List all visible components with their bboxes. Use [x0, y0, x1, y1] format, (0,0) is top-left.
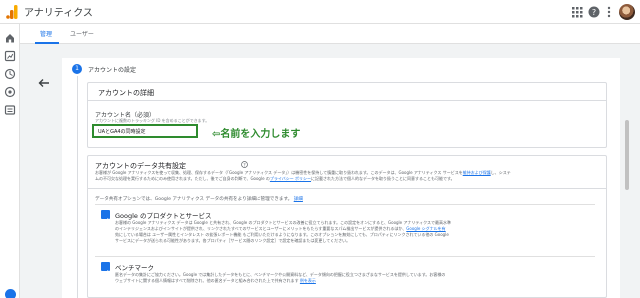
- analytics-logo-icon[interactable]: [6, 5, 18, 19]
- active-tab-indicator: [35, 42, 59, 44]
- configure-icon[interactable]: [4, 104, 16, 116]
- google-products-checkbox[interactable]: [101, 210, 110, 224]
- data-sharing-intro: データ共有オプションでは、Google アナリティクス データの共有をより詳細に…: [95, 197, 303, 202]
- data-sharing-desc-line2: ムの不可欠な処理を実行するためにのみ使用されます。ただし、後でご自身の判断で、G…: [95, 176, 455, 181]
- advertising-icon[interactable]: [4, 86, 16, 98]
- google-products-title: Google のプロダクトとサービス: [115, 212, 212, 220]
- help-circle-icon[interactable]: ?: [241, 161, 248, 168]
- account-details-card: アカウントの詳細: [87, 82, 607, 148]
- tab-admin[interactable]: 管理: [40, 29, 52, 38]
- left-navigation: [0, 24, 20, 298]
- tab-user[interactable]: ユーザー: [70, 29, 94, 38]
- benchmarking-title: ベンチマーク: [115, 264, 154, 272]
- account-details-title: アカウントの詳細: [98, 89, 154, 97]
- scrollbar-thumb[interactable]: [625, 120, 629, 190]
- input-annotation: ⇦名前を入力します: [212, 129, 301, 140]
- account-name-input[interactable]: UAとGA4の同時設定: [92, 124, 198, 138]
- apps-grid-icon[interactable]: [571, 6, 583, 18]
- card-divider: [88, 100, 606, 101]
- section-divider: [87, 188, 607, 189]
- privacy-policy-link[interactable]: プライバシー ポリシー: [270, 176, 311, 181]
- home-icon[interactable]: [4, 32, 16, 44]
- learn-more-link[interactable]: 詳細: [294, 197, 303, 202]
- admin-tab-bar: 管理 ユーザー: [20, 24, 640, 44]
- view-examples-link[interactable]: 例を表示: [300, 278, 316, 283]
- google-products-desc-line4: サービスにデータが送られる可能性があります。各プロパティ［サービス間のリンク設定…: [115, 238, 351, 243]
- back-arrow-icon[interactable]: [38, 78, 50, 88]
- stepper-line: [77, 76, 78, 298]
- more-vert-icon[interactable]: [603, 6, 615, 18]
- reports-icon[interactable]: [4, 50, 16, 62]
- step-number-badge: 1: [72, 64, 82, 74]
- svg-text:?: ?: [592, 8, 596, 17]
- google-signals-link[interactable]: Google シグナルを有: [406, 226, 445, 231]
- maintain-protect-link[interactable]: 維持および保護: [463, 170, 491, 175]
- step-title: アカウントの設定: [88, 67, 137, 74]
- explore-icon[interactable]: [4, 68, 16, 80]
- help-icon[interactable]: ?: [588, 6, 600, 18]
- account-name-value: UAとGA4の同時設定: [98, 129, 146, 135]
- checkmark-icon: [102, 270, 109, 276]
- app-title: アナリティクス: [24, 8, 93, 19]
- user-avatar[interactable]: [619, 4, 635, 20]
- checkmark-icon: [102, 218, 109, 224]
- benchmarking-desc-line2: ウェブサイトに関する個人情報はすべて削除され、他の匿名データと組み合わされた上で…: [115, 278, 316, 283]
- benchmarking-checkbox[interactable]: [101, 262, 110, 276]
- top-app-bar: アナリティクス ?: [0, 0, 640, 24]
- admin-settings-icon[interactable]: [5, 289, 16, 298]
